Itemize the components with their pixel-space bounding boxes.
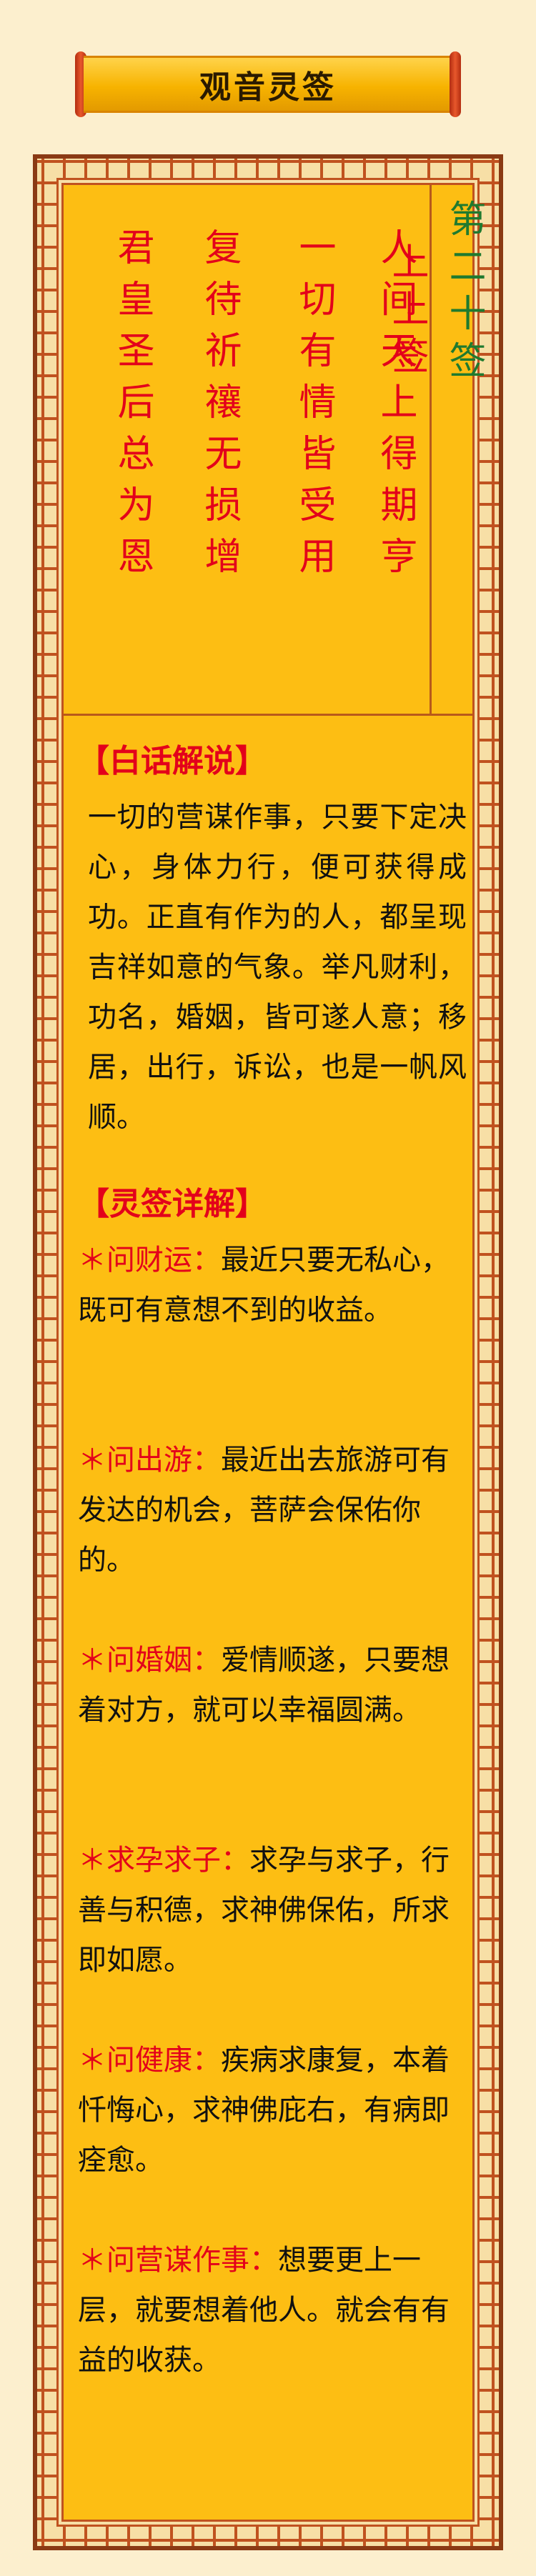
- detail-label: 问婚姻：: [106, 1644, 221, 1677]
- detail-item-wealth: ＊问财运：最近只要无私心，既可有意想不到的收益。: [78, 1235, 468, 1335]
- horizontal-divider: [64, 714, 472, 716]
- detail-label: 问营谋作事：: [106, 2244, 278, 2277]
- detail-item-marriage: ＊问婚姻：爱情顺遂，只要想着对方，就可以幸福圆满。: [78, 1635, 468, 1735]
- sign-number: 第二十签: [442, 199, 485, 388]
- detail-heading: 【灵签详解】: [78, 1186, 267, 1222]
- star-icon: ＊: [78, 1644, 106, 1677]
- detail-label: 问出游：: [106, 1444, 221, 1477]
- poem-line-4: 君皇圣后总为恩: [111, 228, 154, 588]
- content-panel: 人间天上得期亨 一切有情皆受用 复待祈禳无损增 君皇圣后总为恩 第二十签 上上签…: [61, 183, 485, 2522]
- star-icon: ＊: [78, 1244, 106, 1277]
- fret-border-frame: 人间天上得期亨 一切有情皆受用 复待祈禳无损增 君皇圣后总为恩 第二十签 上上签…: [33, 154, 503, 2550]
- detail-label: 求孕求子：: [106, 1844, 249, 1877]
- vernacular-heading: 【白话解说】: [78, 743, 267, 779]
- star-icon: ＊: [78, 2044, 106, 2077]
- sign-grade: 上上签: [385, 242, 428, 384]
- vernacular-text: 一切的营谋作事，只要下定决心，身体力行，便可获得成功。正直有作为的人，都呈现吉祥…: [88, 801, 467, 1134]
- scroll-rod-right: [450, 51, 461, 117]
- detail-label: 问健康：: [106, 2044, 221, 2077]
- sign-info: 第二十签 上上签: [385, 199, 492, 388]
- detail-item-business: ＊问营谋作事：想要更上一层，就要想着他人。就会有有益的收获。: [78, 2235, 468, 2385]
- detail-item-health: ＊问健康：疾病求康复，本着忏悔心，求神佛庇右，有病即痊愈。: [78, 2035, 468, 2185]
- poem-line-2: 一切有情皆受用: [292, 228, 335, 588]
- title-scroll: 观音灵签: [84, 56, 452, 113]
- detail-label: 问财运：: [106, 1244, 221, 1277]
- star-icon: ＊: [78, 1844, 106, 1877]
- star-icon: ＊: [78, 1444, 106, 1477]
- title-banner: 观音灵签: [75, 51, 461, 117]
- page-title: 观音灵签: [199, 69, 337, 106]
- detail-item-children: ＊求孕求子：求孕与求子，行善与积德，求神佛保佑，所求即如愿。: [78, 1835, 468, 1985]
- detail-item-travel: ＊问出游：最近出去旅游可有发达的机会，菩萨会保佑你的。: [78, 1435, 468, 1585]
- poem-line-3: 复待祈禳无损增: [198, 228, 241, 588]
- star-icon: ＊: [78, 2244, 106, 2277]
